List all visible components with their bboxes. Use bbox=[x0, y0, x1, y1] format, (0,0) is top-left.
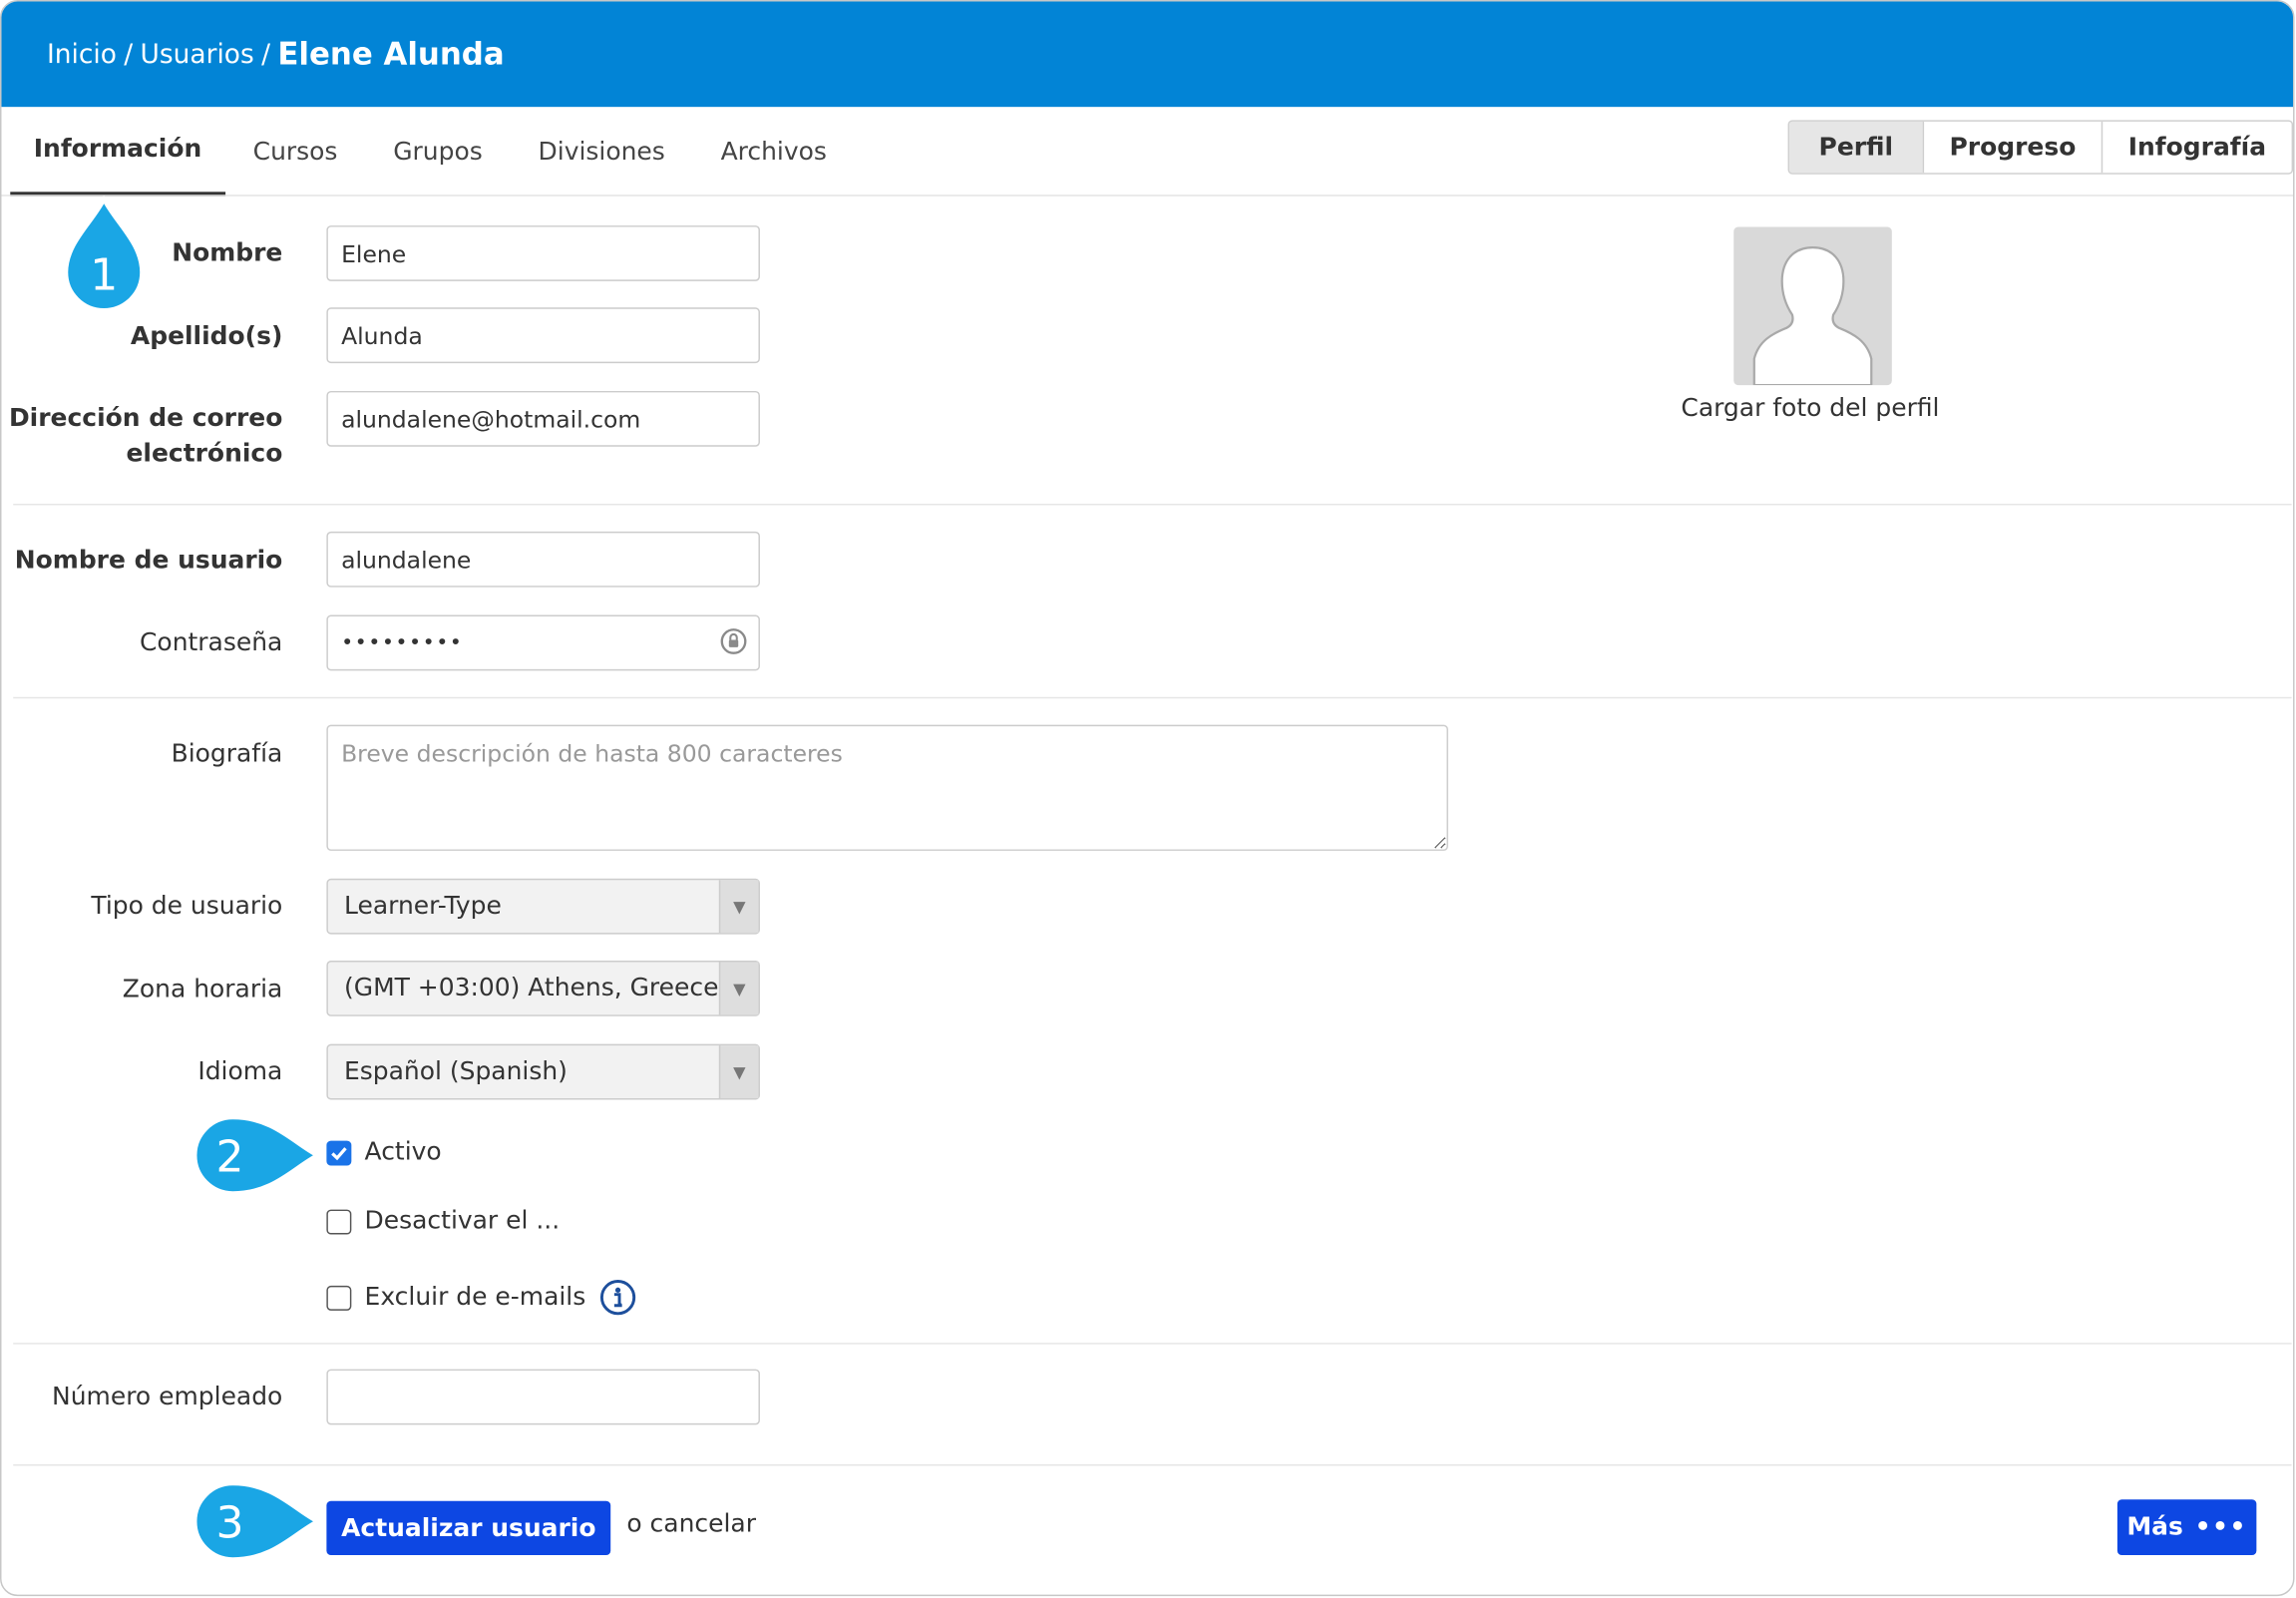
callout-marker-3: 3 bbox=[192, 1480, 321, 1562]
breadcrumb: Inicio / Usuarios / Elene Alunda bbox=[1, 1, 2294, 108]
update-user-button[interactable]: Actualizar usuario bbox=[326, 1500, 611, 1556]
callout-number: 1 bbox=[90, 250, 118, 301]
timezone-value: (GMT +03:00) Athens, Greece bbox=[344, 974, 719, 1003]
language-value: Español (Spanish) bbox=[344, 1056, 568, 1087]
user-type-select[interactable]: Learner-Type ▼ bbox=[326, 878, 760, 935]
email-label-line1: Dirección de correo bbox=[8, 404, 283, 434]
tab-informacion[interactable]: Información bbox=[10, 107, 225, 197]
exclude-emails-checkbox[interactable] bbox=[326, 1285, 352, 1311]
user-edit-window: Inicio / Usuarios / Elene Alunda Informa… bbox=[0, 0, 2295, 1597]
first-name-label: Nombre bbox=[172, 238, 283, 268]
check-icon bbox=[331, 1146, 347, 1160]
chevron-down-icon: ▼ bbox=[718, 880, 759, 934]
view-progreso-button[interactable]: Progreso bbox=[1922, 121, 2102, 174]
section-divider bbox=[13, 1464, 2292, 1466]
callout-marker-1: 1 bbox=[63, 196, 145, 313]
view-switch: Perfil Progreso Infografía bbox=[1787, 120, 2294, 175]
chevron-down-icon: ▼ bbox=[718, 962, 759, 1015]
employee-number-label: Número empleado bbox=[52, 1382, 283, 1412]
password-field[interactable] bbox=[326, 614, 760, 671]
section-divider bbox=[13, 696, 2292, 699]
user-type-label: Tipo de usuario bbox=[91, 892, 283, 922]
deactivate-checkbox-row[interactable]: Desactivar el ... bbox=[326, 1207, 560, 1236]
more-button[interactable]: Más ••• bbox=[2116, 1499, 2257, 1556]
breadcrumb-users[interactable]: Usuarios bbox=[141, 39, 254, 70]
exclude-emails-checkbox-row[interactable]: Excluir de e-mails bbox=[326, 1279, 636, 1317]
chevron-down-icon: ▼ bbox=[718, 1045, 759, 1098]
upload-photo-link[interactable]: Cargar foto del perfil bbox=[1681, 394, 1939, 423]
last-name-label: Apellido(s) bbox=[130, 321, 283, 352]
email-label-line2: electrónico bbox=[126, 439, 283, 469]
bio-label: Biografía bbox=[171, 739, 283, 769]
deactivate-checkbox[interactable] bbox=[326, 1208, 352, 1234]
last-name-field[interactable] bbox=[326, 307, 760, 364]
breadcrumb-separator: / bbox=[124, 38, 134, 70]
username-label: Nombre de usuario bbox=[14, 546, 283, 576]
cancel-link[interactable]: o cancelar bbox=[626, 1510, 756, 1539]
email-label: Dirección de correo electrónico bbox=[9, 401, 282, 471]
email-field[interactable] bbox=[326, 390, 760, 447]
exclude-emails-label: Excluir de e-mails bbox=[364, 1282, 586, 1313]
tab-archivos[interactable]: Archivos bbox=[693, 107, 855, 197]
username-field[interactable] bbox=[326, 531, 760, 588]
employee-number-field[interactable] bbox=[326, 1369, 760, 1425]
active-checkbox-row[interactable]: Activo bbox=[326, 1137, 442, 1167]
section-divider bbox=[13, 503, 2292, 506]
tab-divisiones[interactable]: Divisiones bbox=[511, 107, 693, 197]
section-divider bbox=[13, 1343, 2292, 1345]
tabs-divider bbox=[1, 195, 2294, 197]
page-title: Elene Alunda bbox=[277, 36, 505, 72]
timezone-select[interactable]: (GMT +03:00) Athens, Greece ▼ bbox=[326, 961, 760, 1016]
tab-grupos[interactable]: Grupos bbox=[365, 107, 510, 197]
callout-marker-2: 2 bbox=[192, 1114, 321, 1196]
user-silhouette-icon bbox=[1752, 245, 1873, 386]
user-type-value: Learner-Type bbox=[344, 892, 502, 922]
view-infografia-button[interactable]: Infografía bbox=[2101, 121, 2292, 174]
more-dots-icon: ••• bbox=[2194, 1512, 2247, 1542]
password-generate-icon[interactable] bbox=[719, 626, 748, 655]
deactivate-checkbox-label: Desactivar el ... bbox=[364, 1206, 561, 1236]
active-checkbox-label: Activo bbox=[364, 1137, 442, 1167]
callout-number: 3 bbox=[215, 1497, 243, 1548]
view-perfil-button[interactable]: Perfil bbox=[1789, 121, 1923, 174]
timezone-label: Zona horaria bbox=[122, 975, 283, 1005]
tab-cursos[interactable]: Cursos bbox=[225, 107, 366, 197]
language-select[interactable]: Español (Spanish) ▼ bbox=[326, 1043, 760, 1100]
avatar[interactable] bbox=[1733, 226, 1892, 386]
callout-number: 2 bbox=[215, 1131, 243, 1182]
password-label: Contraseña bbox=[139, 627, 283, 658]
first-name-field[interactable] bbox=[326, 225, 760, 281]
tab-bar: Información Cursos Grupos Divisiones Arc… bbox=[10, 107, 855, 197]
bio-textarea[interactable] bbox=[326, 724, 1448, 851]
active-checkbox[interactable] bbox=[326, 1139, 352, 1165]
info-icon[interactable] bbox=[598, 1279, 636, 1317]
more-button-label: Más bbox=[2126, 1512, 2183, 1542]
breadcrumb-separator: / bbox=[261, 38, 271, 70]
language-label: Idioma bbox=[197, 1056, 283, 1087]
breadcrumb-home[interactable]: Inicio bbox=[47, 39, 117, 70]
